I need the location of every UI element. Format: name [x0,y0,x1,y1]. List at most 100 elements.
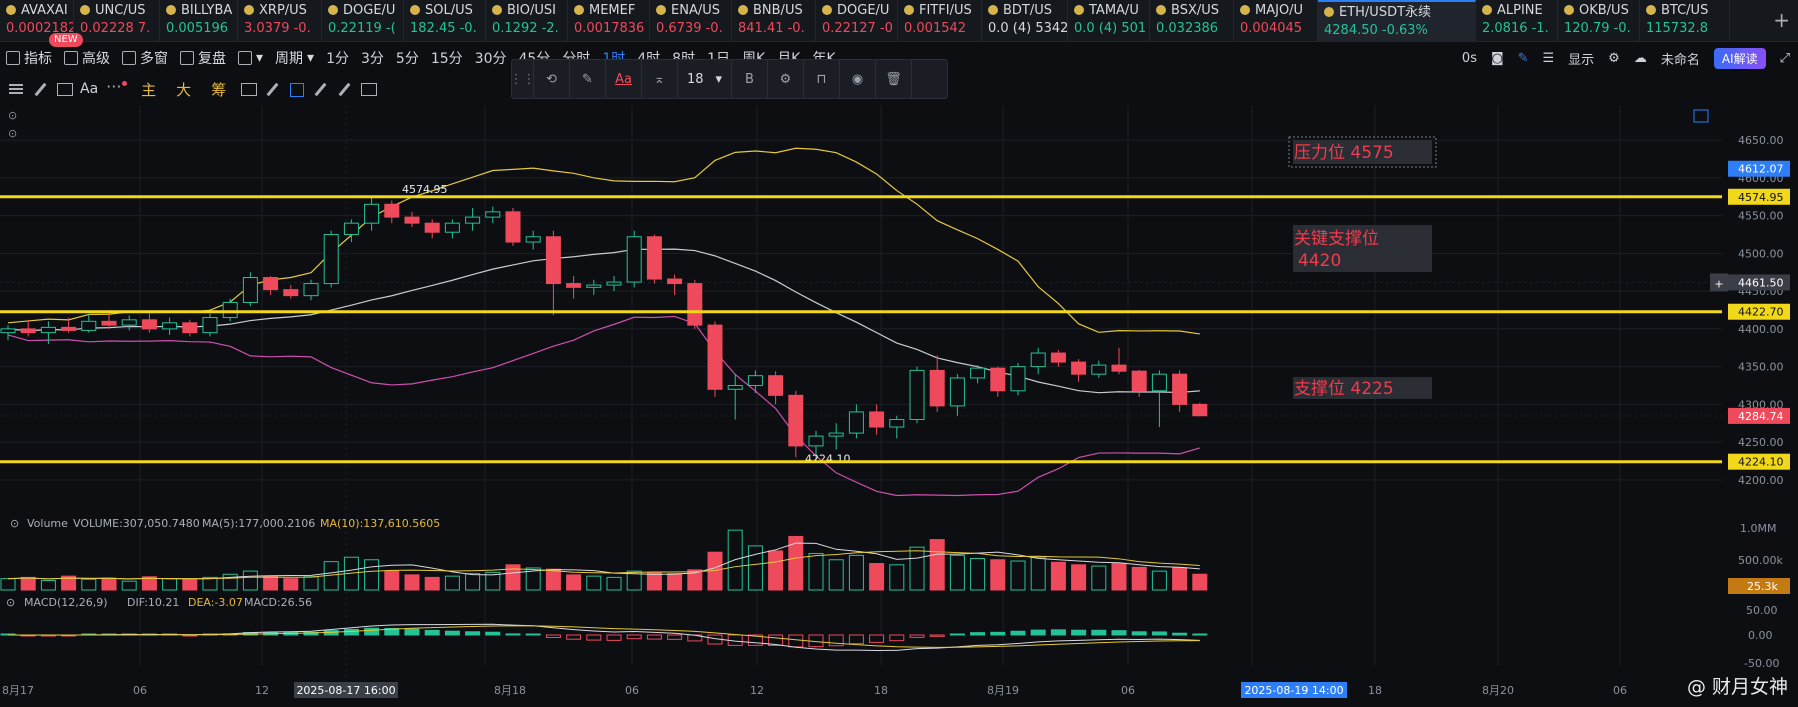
candle-body [606,281,622,286]
add-tab-icon[interactable]: + [1773,8,1790,32]
fill-icon[interactable]: ⌅ [642,59,678,99]
pencil-icon[interactable]: ✎ [1518,51,1529,66]
price-chart[interactable]: 4574.95 4224.10 压力位 4575 关键支撑位4420 支撑位 4225… [0,105,1798,707]
volume-bar [1151,570,1167,591]
key-support-value: 4420 [1298,251,1341,271]
ticker-tab[interactable]: BIO/USI 0.1292 -2. [486,0,568,42]
candle-body [768,375,784,396]
ticker-price: 841.41 -0. [738,21,805,36]
ticker-tab[interactable]: TAMA/U 0.0 (4) 501 [1068,0,1150,42]
text-color-button[interactable]: Aa [606,59,642,99]
lock-icon[interactable] [360,81,378,97]
ticker-tab[interactable]: BSX/US 0.032386 [1150,0,1234,42]
drag-handle-icon[interactable]: ⋮⋮ [510,59,536,99]
ticker-tab[interactable]: ETH/USDT永续 4284.50 -0.63% [1318,0,1476,42]
macd-bar [1010,630,1026,636]
ticker-tab[interactable]: XRP/US 3.0379 -0. [238,0,322,42]
indicators-button[interactable]: 指标 [0,43,58,73]
volume-bar [848,554,864,591]
price-tag-label: 4461.50 [1738,276,1784,289]
visibility-icon[interactable]: ◉ [840,59,876,99]
ticker-symbol: MAJO/U [1240,3,1311,19]
ticker-symbol-text: BILLYBA [181,3,233,18]
ticker-price: 115732.8 [1646,21,1709,36]
volume-bar [364,559,380,591]
replay-button[interactable]: 复盘 [174,43,232,73]
lock-icon[interactable]: ⊓ [804,59,840,99]
rectangle-icon[interactable] [56,81,73,97]
chip-button[interactable]: 筹 [205,79,232,100]
menu-icon[interactable] [8,81,24,97]
period-option[interactable]: 15分 [425,48,469,68]
ticker-tab[interactable]: FITFI/US 0.001542 [898,0,982,42]
ticker-symbol: BIO/USI [492,3,561,19]
font-size-select[interactable]: 18 ▾ [678,59,732,99]
ticker-tab[interactable]: DOGE/U 0.22127 -0 [816,0,898,42]
camera-icon[interactable]: ◙ [1491,51,1504,66]
delete-icon[interactable]: 🗑 [876,59,912,99]
ticker-tab[interactable]: OKB/US 120.79 -0. [1558,0,1640,42]
chart-type-button[interactable]: ▾ [232,43,269,73]
candle-body [182,322,198,334]
list-icon[interactable]: ☰ [1543,51,1555,66]
volume-bar [182,579,198,591]
ticker-symbol: XRP/US [244,3,315,19]
time-axis[interactable]: 8月17 06 12 8月18 06 12 18 8月19 06 8月20 06 2025-08-17… [0,681,1798,707]
volume-bar [242,570,258,591]
ticker-tab[interactable]: ENA/US 0.6739 -0. [650,0,732,42]
ruler-icon[interactable] [312,81,328,97]
line-style-icon[interactable]: ⟲ [534,59,570,99]
edit-icon[interactable]: ✎ [570,59,606,99]
magnet-icon[interactable] [288,81,305,97]
candle-body [303,283,319,297]
chevron-down-icon: ▾ [256,50,264,66]
period-option[interactable]: 5分 [390,48,425,68]
ticker-tab[interactable]: BNB/US 841.41 -0. [732,0,816,42]
more-icon[interactable] [106,77,122,97]
layout-name-dropdown[interactable]: 未命名 [1661,49,1700,68]
eraser-icon[interactable] [264,81,280,97]
ticker-tab[interactable]: ALPINE 2.0816 -1. [1476,0,1558,42]
measure-icon[interactable] [240,81,258,97]
ticker-tab[interactable]: BILLYBA 0.005196 [160,0,238,42]
text-tool-button[interactable]: Aa [80,81,98,97]
period-option[interactable]: 30分 [469,48,513,68]
time-tick-label: 8月17 [2,684,34,697]
main-indicator-button[interactable]: 主 [135,79,162,100]
cloud-icon[interactable]: ☁ [1634,51,1647,66]
ticker-tab[interactable]: DOGE/U 0.22119 -( [322,0,404,42]
coin-icon [904,5,914,15]
display-button[interactable]: 显示 [1568,49,1594,68]
collapse-icon: ⊙ [6,596,15,609]
macd-bar [485,631,501,636]
candle-body [687,283,703,326]
period-dropdown[interactable]: 周期 ▾ [269,43,320,73]
ticker-tab[interactable]: SOL/US 182.45 -0. [404,0,486,42]
ticker-tab[interactable]: BTC/US 115732.8 [1640,0,1730,42]
candle-body [1010,366,1026,392]
ticker-tab[interactable]: MEMEF 0.0017836 [568,0,650,42]
candle-body [626,236,642,283]
time-tick-label: 06 [1121,684,1135,697]
expand-icon[interactable]: ⤢ [1780,51,1790,66]
multi-window-button[interactable]: 多窗 [116,43,174,73]
period-option[interactable]: 1分 [320,48,355,68]
ticker-symbol: UNC/US [80,3,153,19]
macd-dif: DIF:10.21 [127,596,179,609]
settings-icon[interactable]: ⚙ [1608,51,1620,66]
macd-bar [1111,630,1127,636]
brush-icon[interactable] [336,81,352,97]
advanced-button[interactable]: 高级 [58,43,116,73]
period-option[interactable]: 3分 [355,48,390,68]
pen-icon[interactable] [32,81,48,97]
bold-button[interactable]: B [732,59,768,99]
ticker-tab[interactable]: UNC/US 0.02228 7. [74,0,160,42]
ticker-tab[interactable]: MAJO/U 0.004045 [1234,0,1318,42]
ticker-tab[interactable]: BDT/US 0.0 (4) 5342 [982,0,1068,42]
coin-icon [1482,5,1492,15]
volume-bar [889,564,905,591]
settings-icon[interactable]: ⚙ [768,59,804,99]
ai-interpret-button[interactable]: AI解读 [1713,47,1766,69]
candle-body [586,284,602,288]
big-order-button[interactable]: 大 [170,79,197,100]
